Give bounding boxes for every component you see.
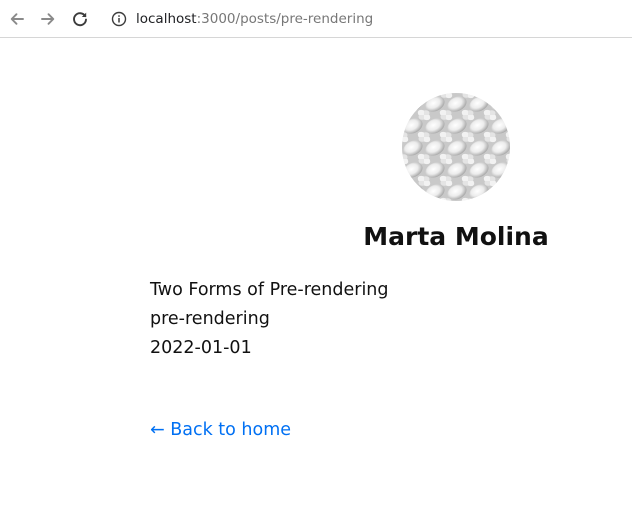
reload-button[interactable] xyxy=(67,6,93,32)
post-id: pre-rendering xyxy=(150,309,270,329)
forward-button[interactable] xyxy=(35,6,61,32)
post-title: Two Forms of Pre-rendering xyxy=(150,280,389,300)
url-text[interactable]: localhost:3000/posts/pre-rendering xyxy=(136,10,373,28)
info-icon[interactable] xyxy=(111,11,127,27)
back-button[interactable] xyxy=(4,6,30,32)
back-to-home-link[interactable]: ← Back to home xyxy=(150,418,291,442)
arrow-left-icon xyxy=(10,13,24,25)
page-content: Marta Molina Two Forms of Pre-rendering … xyxy=(0,39,632,520)
url-path: :3000/posts/pre-rendering xyxy=(196,11,374,27)
avatar xyxy=(402,93,510,201)
address-bar[interactable]: localhost:3000/posts/pre-rendering xyxy=(102,4,632,34)
reload-icon xyxy=(73,12,87,27)
browser-toolbar: localhost:3000/posts/pre-rendering xyxy=(0,0,632,38)
woven-texture-avatar xyxy=(402,93,510,201)
author-name: Marta Molina xyxy=(363,222,549,251)
url-host: localhost xyxy=(136,11,197,27)
arrow-right-icon xyxy=(41,13,55,25)
post-date: 2022-01-01 xyxy=(150,338,252,358)
